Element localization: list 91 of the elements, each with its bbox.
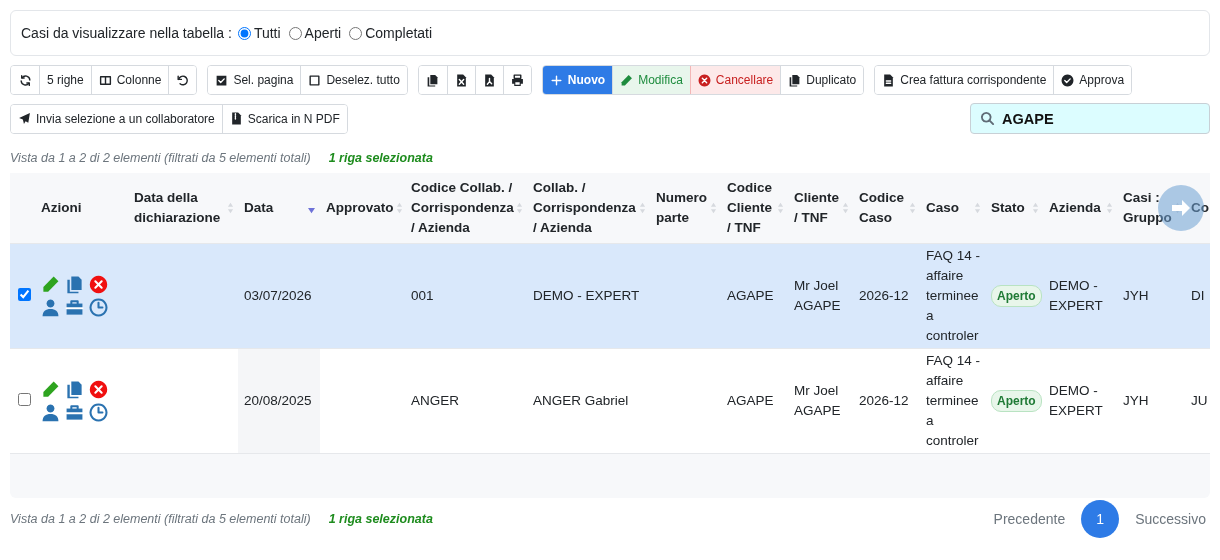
- table-cell: 20/08/2025: [244, 392, 312, 408]
- clock-icon[interactable]: [89, 297, 108, 317]
- column-header[interactable]: Collab. / Corrispondenza / Azienda: [527, 173, 650, 243]
- column-header[interactable]: Data della dichiarazione: [128, 173, 238, 243]
- empty-box-icon: [308, 73, 322, 87]
- page-number[interactable]: 1: [1081, 500, 1120, 538]
- table-cell: ANGER Gabriel: [533, 392, 629, 408]
- toolbar-button[interactable]: Scarica in N PDF: [221, 104, 347, 133]
- zip-file-icon: [229, 112, 243, 125]
- row-checkbox[interactable]: [18, 392, 31, 406]
- next-link[interactable]: Successivo: [1135, 511, 1206, 527]
- column-header[interactable]: Codice Caso: [853, 173, 920, 243]
- pencil-icon[interactable]: [41, 274, 60, 294]
- copy-icon: [426, 73, 440, 87]
- pencil-icon: [620, 73, 634, 87]
- copy-icon: [788, 73, 802, 87]
- table-cell: Mr Joel AGAPE: [794, 277, 841, 313]
- column-header[interactable]: Approvato: [320, 173, 405, 243]
- selection-count: 1 riga selezionata: [328, 151, 433, 165]
- icon-button[interactable]: [502, 66, 531, 94]
- pdf-file-icon: [482, 73, 496, 87]
- search-icon: [980, 111, 995, 126]
- table-cell: JU: [1191, 392, 1208, 408]
- column-header[interactable]: Stato: [985, 173, 1043, 243]
- row-checkbox[interactable]: [18, 287, 31, 301]
- document-icon: [882, 73, 896, 87]
- status-badge: Aperto: [991, 284, 1042, 307]
- toolbar-button[interactable]: Approva: [1053, 66, 1132, 94]
- toolbar-button[interactable]: Cancellare: [689, 66, 781, 94]
- briefcase-icon[interactable]: [65, 402, 84, 422]
- undo-icon: [176, 73, 190, 87]
- pencil-icon[interactable]: [41, 379, 60, 399]
- radio-label[interactable]: Aperti: [304, 25, 342, 41]
- table-cell: DEMO - EXPERT: [533, 287, 640, 303]
- column-header[interactable]: Cliente / TNF: [788, 173, 853, 243]
- checked-box-icon: [215, 73, 229, 87]
- column-header[interactable]: Data: [238, 173, 320, 243]
- column-header: Azioni: [35, 173, 128, 243]
- icon-button[interactable]: [168, 66, 197, 94]
- toolbar-button[interactable]: Modifica: [612, 66, 690, 94]
- previous-link[interactable]: Precedente: [993, 511, 1066, 527]
- table-cell: AGAPE: [727, 392, 774, 408]
- refresh-icon: [18, 73, 32, 87]
- table-cell: AGAPE: [727, 287, 774, 303]
- printer-icon: [510, 73, 524, 87]
- copy-icon[interactable]: [65, 274, 84, 294]
- user-icon[interactable]: [41, 402, 60, 422]
- column-header[interactable]: Casi : Gruppo: [1117, 173, 1185, 243]
- copy-icon[interactable]: [65, 379, 84, 399]
- delete-icon[interactable]: [89, 379, 108, 399]
- filter-label: Casi da visualizzare nella tabella :: [21, 25, 232, 41]
- selection-count: 1 riga selezionata: [328, 512, 433, 526]
- column-header[interactable]: Azienda: [1043, 173, 1117, 243]
- column-header[interactable]: Caso: [920, 173, 985, 243]
- plus-icon: [549, 73, 563, 87]
- search-field[interactable]: AGAPE: [970, 103, 1210, 134]
- table-cell: 2026-12: [859, 287, 909, 303]
- table-cell: JYH: [1123, 287, 1149, 303]
- status-badge: Aperto: [991, 389, 1042, 412]
- spreadsheet-file-icon: [454, 73, 468, 87]
- toolbar-button[interactable]: Nuovo: [542, 66, 613, 94]
- table-cell: 2026-12: [859, 392, 909, 408]
- radio-button[interactable]: [349, 26, 363, 40]
- table-info: Vista da 1 a 2 di 2 elementi (filtrati da 5 elementi totali): [10, 151, 311, 165]
- columns-icon: [98, 73, 112, 87]
- table-cell: Mr Joel AGAPE: [794, 382, 841, 418]
- radio-label[interactable]: Tutti: [253, 25, 281, 41]
- table-cell: 03/07/2026: [244, 287, 312, 303]
- table-cell: DI: [1191, 287, 1205, 303]
- delete-icon: [697, 73, 711, 87]
- paper-plane-icon: [18, 112, 31, 125]
- table-cell: JYH: [1123, 392, 1149, 408]
- table-cell: ANGER: [411, 392, 459, 408]
- toolbar-button[interactable]: Deselez. tutto: [300, 66, 407, 94]
- clock-icon[interactable]: [89, 402, 108, 422]
- table-cell: DEMO - EXPERT: [1049, 382, 1103, 418]
- briefcase-icon[interactable]: [65, 297, 84, 317]
- table-cell: DEMO - EXPERT: [1049, 277, 1103, 313]
- column-header[interactable]: Numero parte: [650, 173, 721, 243]
- radio-label[interactable]: Completati: [365, 25, 433, 41]
- table-info: Vista da 1 a 2 di 2 elementi (filtrati da 5 elementi totali): [10, 512, 311, 526]
- column-header[interactable]: Codice Cliente / TNF: [721, 173, 788, 243]
- user-icon[interactable]: [41, 297, 60, 317]
- delete-icon[interactable]: [89, 274, 108, 294]
- table-cell: FAQ 14 - affaire terminee a controler: [926, 247, 981, 343]
- table-cell: 001: [411, 287, 434, 303]
- table-cell: FAQ 14 - affaire terminee a controler: [926, 352, 981, 448]
- toolbar-button[interactable]: Duplicato: [780, 66, 864, 94]
- radio-button[interactable]: [288, 26, 302, 40]
- column-header[interactable]: Codice Collab. / Corrispondenza / Azienda: [405, 173, 527, 243]
- radio-button[interactable]: [237, 26, 251, 40]
